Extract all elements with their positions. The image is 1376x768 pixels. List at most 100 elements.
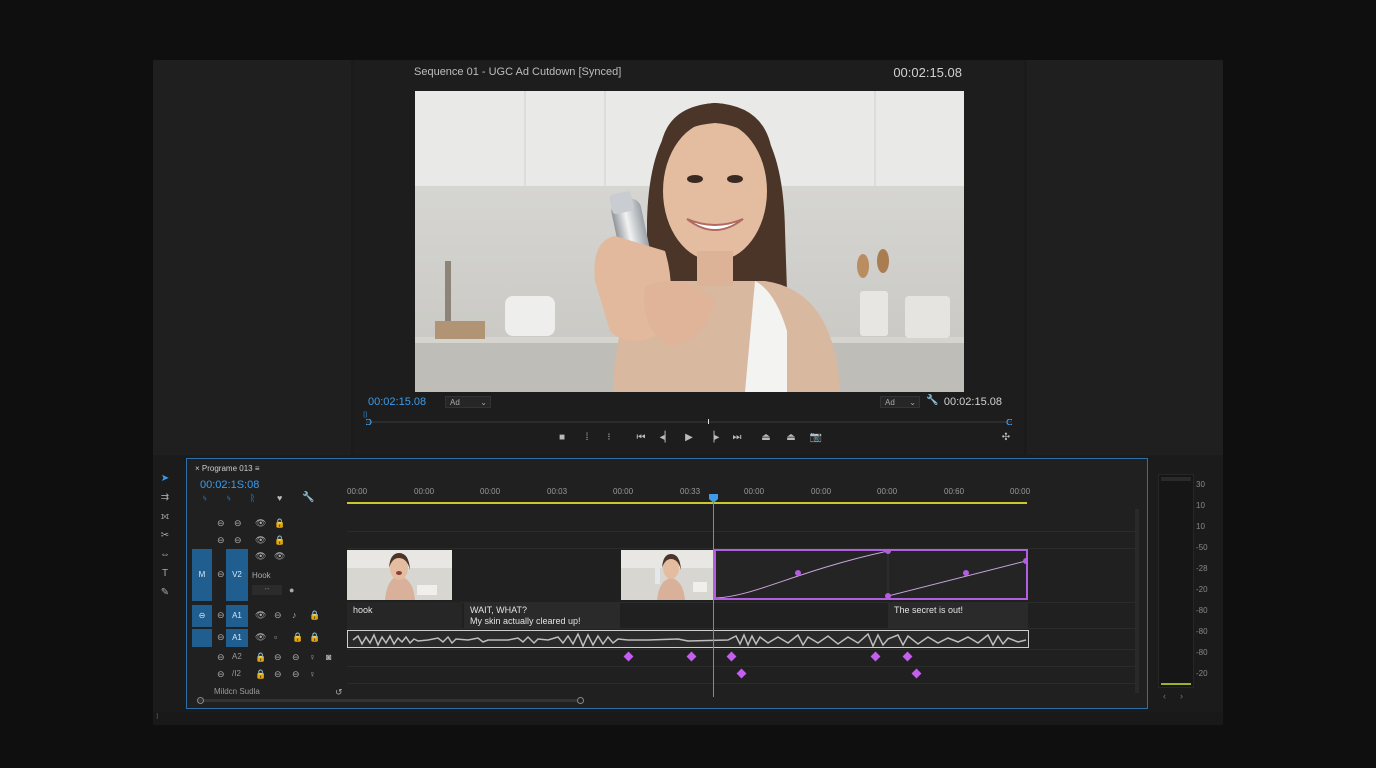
- slip-tool-icon[interactable]: ⇔: [155, 546, 175, 564]
- track-option-button[interactable]: ↔: [252, 585, 282, 595]
- lock-icon[interactable]: 🔒: [274, 518, 285, 529]
- keyframe-marker[interactable]: [726, 651, 737, 662]
- track-target-a1[interactable]: A1: [226, 605, 248, 627]
- scroll-handle-right[interactable]: [577, 697, 584, 704]
- mark-in-icon[interactable]: ⁞: [579, 432, 595, 443]
- lock-icon[interactable]: 🔒: [309, 610, 320, 621]
- timeline-timecode[interactable]: 00:02:1S:08: [200, 479, 259, 491]
- track-target-v2[interactable]: V2: [226, 549, 248, 601]
- pen-tool-icon[interactable]: ✎: [155, 584, 175, 602]
- keyframe-marker[interactable]: [686, 651, 697, 662]
- eye-icon[interactable]: 👁: [255, 518, 266, 529]
- sync-lock-icon[interactable]: ⊖: [217, 652, 225, 663]
- status-icon[interactable]: ⁝: [156, 712, 159, 721]
- playhead-line[interactable]: [713, 499, 714, 697]
- play-icon[interactable]: ▶: [681, 432, 697, 443]
- scroll-handle-left[interactable]: [197, 697, 204, 704]
- settings-icon[interactable]: ✣: [998, 432, 1014, 443]
- caption-clip[interactable]: WAIT, WHAT? My skin actually cleared up!: [464, 602, 620, 628]
- eye-icon[interactable]: 👁: [274, 551, 285, 562]
- caption-clip[interactable]: The secret is out!: [888, 602, 1028, 628]
- solo-icon[interactable]: ⊖: [292, 669, 300, 680]
- extract-icon[interactable]: ⏏: [783, 432, 799, 443]
- sync-lock-icon[interactable]: ⊖: [217, 632, 225, 643]
- voiceover-icon[interactable]: ◙: [326, 652, 331, 662]
- go-to-in-icon[interactable]: ⏮: [633, 432, 649, 443]
- lock-icon[interactable]: 🔒: [255, 652, 266, 663]
- linked-selection-icon[interactable]: ᛃ: [226, 493, 231, 503]
- close-icon[interactable]: ×: [195, 464, 202, 473]
- source-patch-a[interactable]: ⊖: [192, 605, 212, 627]
- keyframe-marker[interactable]: [623, 651, 634, 662]
- sync-lock-icon[interactable]: ⊖: [217, 518, 225, 529]
- time-ruler[interactable]: 00:00 00:00 00:00 00:03 00:00 00:33 00:0…: [347, 487, 1030, 503]
- lift-icon[interactable]: ⏏: [758, 432, 774, 443]
- chevron-right-icon[interactable]: ›: [1180, 691, 1183, 701]
- playhead-timecode[interactable]: 00:02:15.08: [368, 396, 426, 408]
- video-clip[interactable]: [347, 550, 452, 600]
- mute-icon[interactable]: ⊖: [274, 652, 282, 663]
- sync-lock-icon[interactable]: ⊖: [217, 610, 225, 621]
- horizontal-scrollbar[interactable]: [197, 697, 584, 704]
- keyframe-marker[interactable]: [902, 651, 913, 662]
- stop-icon[interactable]: ■: [554, 432, 570, 443]
- step-back-icon[interactable]: ◂▏: [658, 432, 674, 443]
- record-icon[interactable]: ●: [289, 585, 294, 595]
- snap-icon[interactable]: ᛃ: [202, 493, 207, 503]
- type-tool-icon[interactable]: T: [155, 565, 175, 583]
- eye-icon[interactable]: 👁: [255, 535, 266, 546]
- timeline-settings-icon[interactable]: 🔧: [302, 492, 314, 503]
- mute-icon[interactable]: ⊖: [274, 669, 282, 680]
- sync-lock-icon[interactable]: ⊖: [217, 535, 225, 546]
- sync-lock-icon[interactable]: ⊖: [217, 569, 225, 580]
- selection-tool-icon[interactable]: ➤: [155, 470, 175, 488]
- in-point-marker-icon[interactable]: ⌷: [363, 410, 371, 419]
- mute-icon[interactable]: ▫: [274, 632, 277, 642]
- mic-icon[interactable]: ♀: [309, 652, 316, 662]
- video-frame[interactable]: [415, 91, 964, 392]
- export-frame-icon[interactable]: 📷: [808, 432, 824, 443]
- chevron-left-icon[interactable]: ‹: [1163, 691, 1166, 701]
- resolution-select[interactable]: Ad ⌄: [880, 396, 920, 408]
- keyframe-marker[interactable]: [736, 668, 747, 679]
- scrub-bar[interactable]: [366, 419, 1012, 425]
- marker-icon[interactable]: ♥: [277, 493, 282, 503]
- marker-add-icon[interactable]: ᚱ: [250, 493, 255, 503]
- mic-icon[interactable]: ♀: [309, 669, 316, 679]
- eye-icon[interactable]: 👁: [255, 610, 266, 621]
- zoom-select[interactable]: Ad ⌄: [445, 396, 491, 408]
- vertical-scrollbar[interactable]: [1135, 509, 1139, 693]
- wrench-icon[interactable]: 🔧: [926, 395, 938, 406]
- lock-icon[interactable]: 🔒: [292, 632, 303, 643]
- step-forward-icon[interactable]: ▕▸: [705, 432, 721, 443]
- eye-icon[interactable]: 👁: [255, 551, 266, 562]
- menu-icon[interactable]: ≡: [255, 464, 260, 473]
- solo-icon[interactable]: ♪: [292, 610, 297, 620]
- selected-clip[interactable]: [714, 549, 1028, 600]
- solo-icon[interactable]: ⊖: [292, 652, 300, 663]
- lock-icon[interactable]: 🔒: [309, 632, 320, 643]
- eye-icon[interactable]: 👁: [255, 632, 266, 643]
- caption-clip[interactable]: hook: [347, 602, 462, 628]
- source-patch-v[interactable]: M: [192, 549, 212, 601]
- sequence-tab[interactable]: × Programe 013 ≡: [195, 464, 260, 473]
- mute-icon[interactable]: ⊖: [274, 610, 282, 621]
- mark-out-icon[interactable]: ⁝: [601, 432, 617, 443]
- go-to-out-icon[interactable]: ⏭: [729, 432, 745, 443]
- keyframe-marker[interactable]: [870, 651, 881, 662]
- track-target-a1b[interactable]: A1: [226, 629, 248, 647]
- lock-icon[interactable]: 🔒: [255, 669, 266, 680]
- ripple-edit-tool-icon[interactable]: ⟗: [155, 508, 175, 526]
- sync-lock-icon[interactable]: ⊖: [234, 518, 242, 529]
- audio-clip[interactable]: [347, 630, 1029, 648]
- loop-icon[interactable]: ↺: [335, 687, 343, 698]
- work-area-bar[interactable]: [347, 502, 1027, 504]
- track-select-tool-icon[interactable]: ⇉: [155, 489, 175, 507]
- razor-tool-icon[interactable]: ✂: [155, 527, 175, 545]
- lock-icon[interactable]: 🔒: [274, 535, 285, 546]
- source-patch-a2[interactable]: [192, 629, 212, 647]
- track-name[interactable]: Hook: [252, 571, 271, 580]
- keyframe-marker[interactable]: [911, 668, 922, 679]
- video-clip[interactable]: [621, 550, 714, 600]
- sync-lock-icon[interactable]: ⊖: [217, 669, 225, 680]
